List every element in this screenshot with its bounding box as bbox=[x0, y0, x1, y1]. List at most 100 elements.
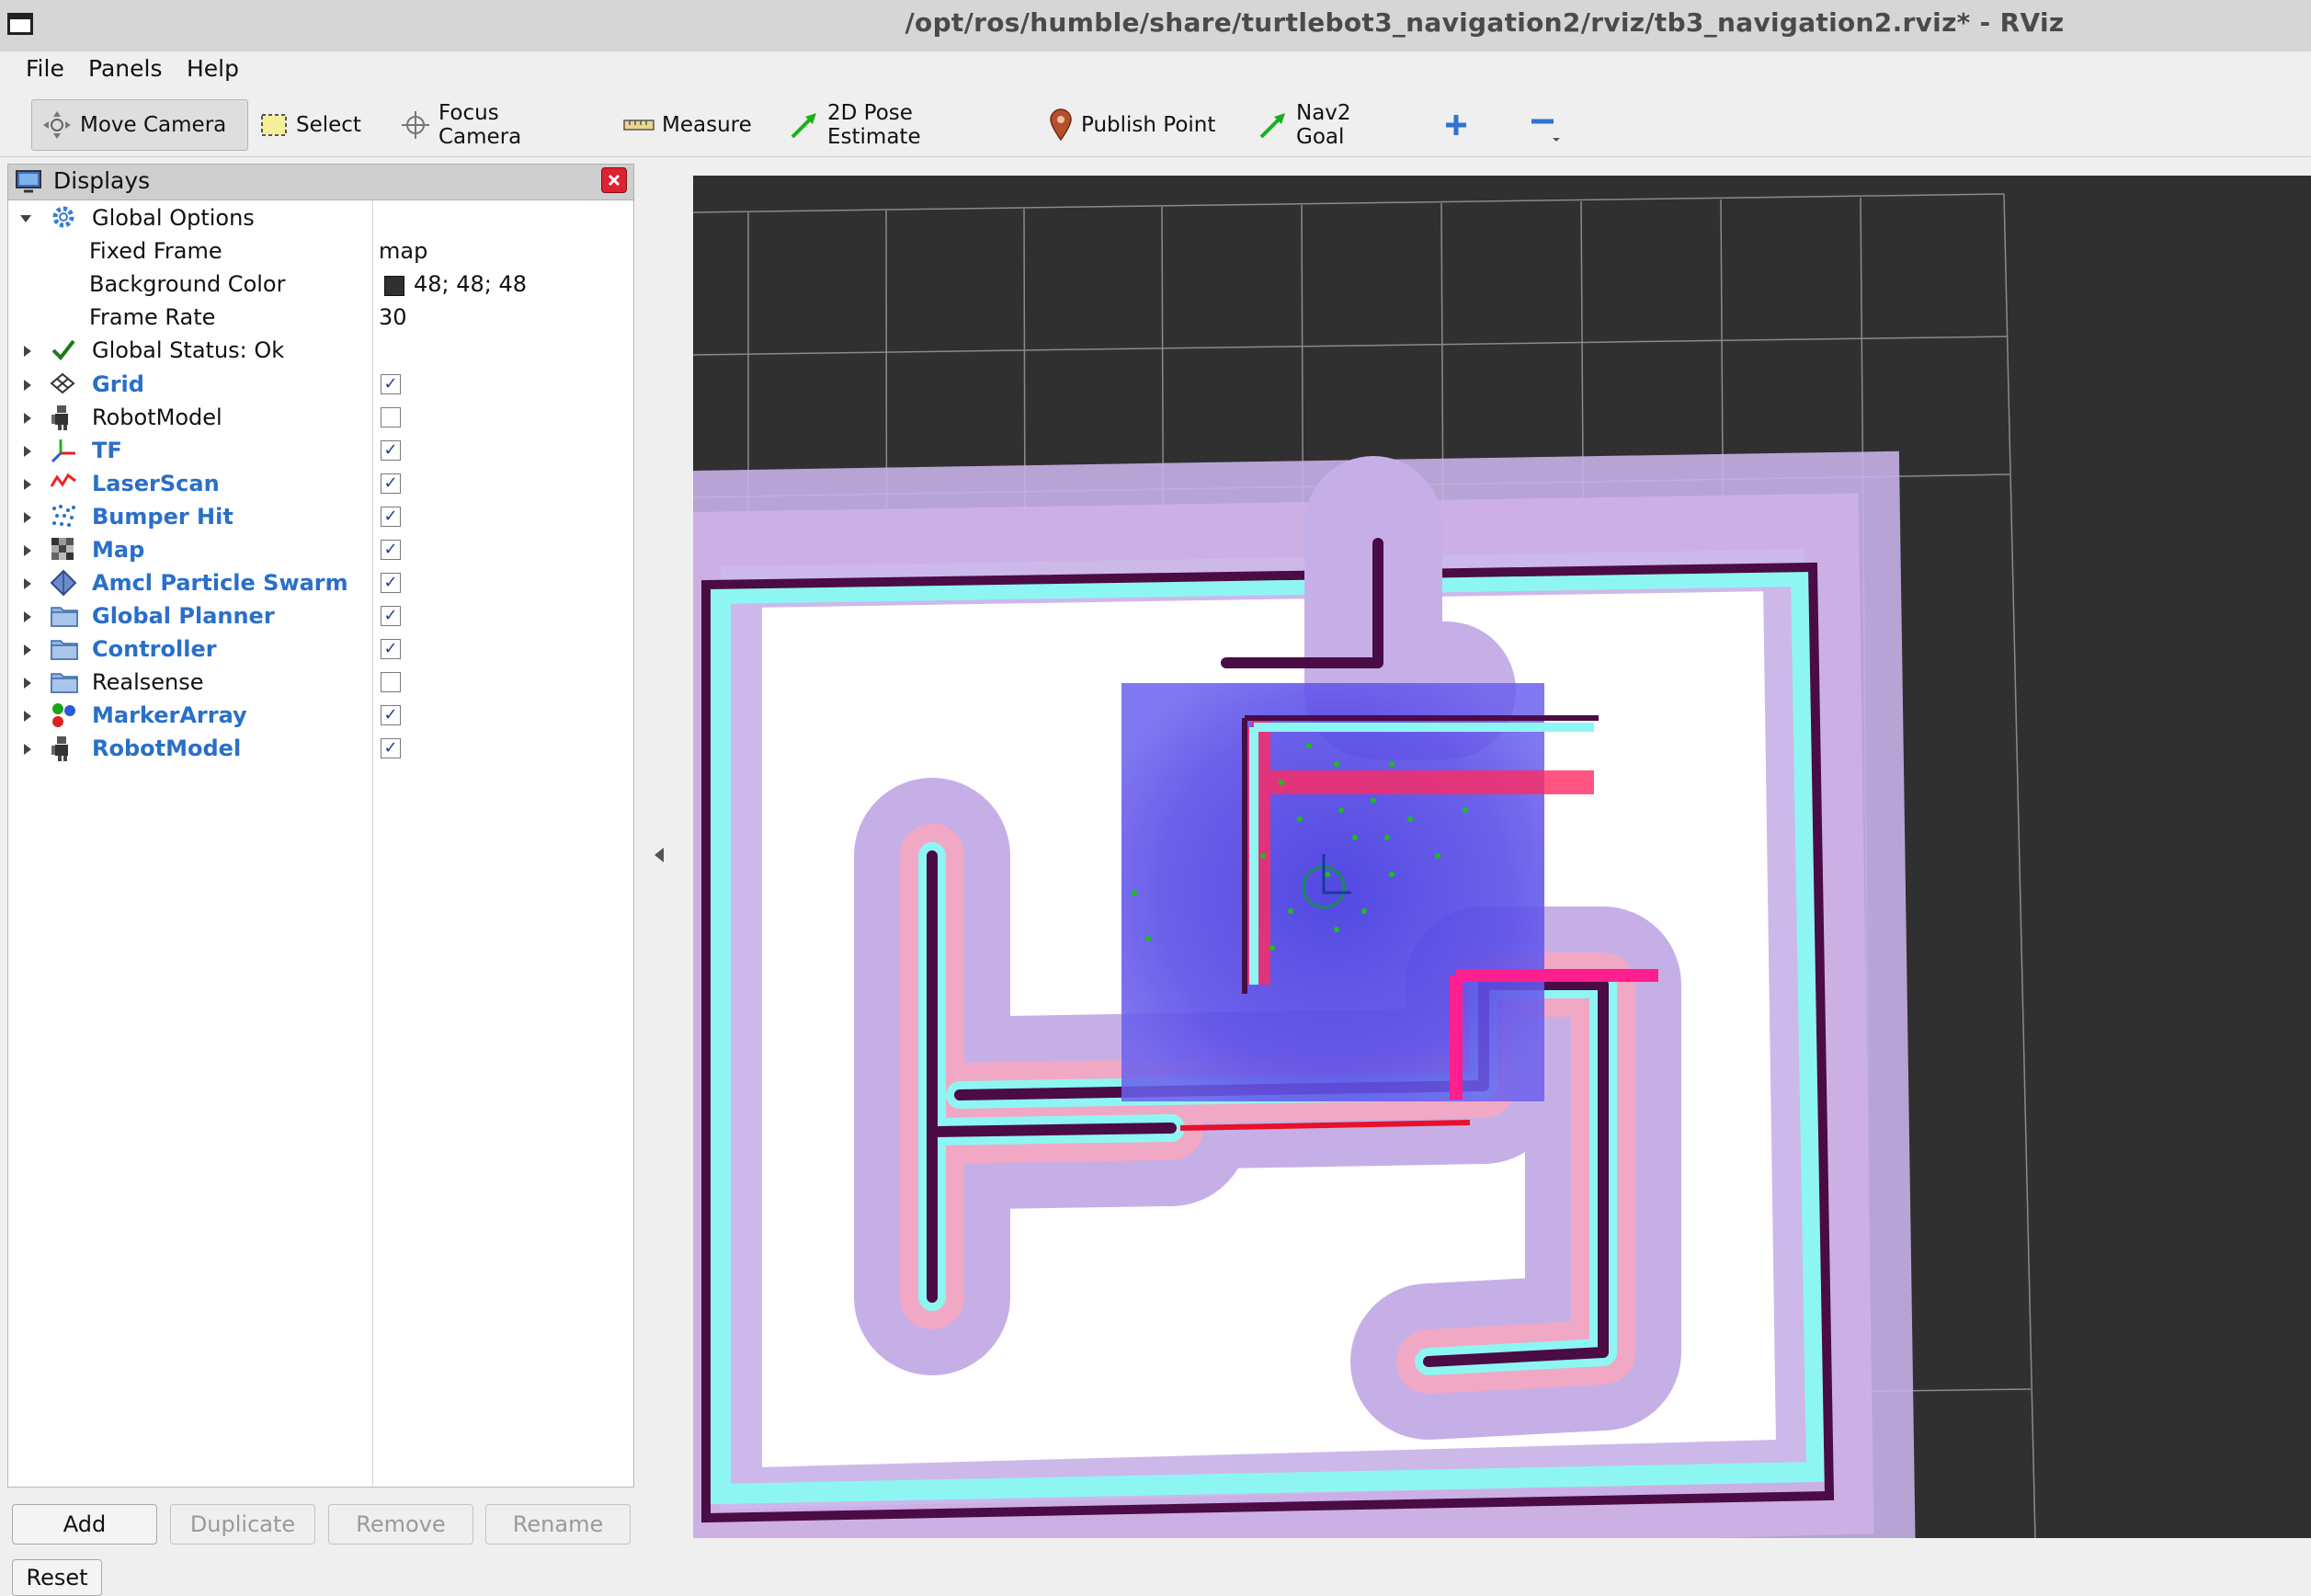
fixed-frame-value[interactable]: map bbox=[379, 238, 427, 264]
rename-button[interactable]: Rename bbox=[485, 1504, 631, 1545]
column-divider[interactable] bbox=[372, 200, 373, 1486]
display-item-label[interactable]: Grid bbox=[92, 371, 144, 397]
display-enable-checkbox[interactable]: ✓ bbox=[381, 639, 401, 659]
display-item-label[interactable]: Map bbox=[92, 537, 144, 563]
display-enable-checkbox[interactable] bbox=[381, 407, 401, 428]
folder-icon bbox=[50, 668, 79, 698]
publish-point-label: Publish Point bbox=[1081, 113, 1216, 137]
display-item-label[interactable]: MarkerArray bbox=[92, 702, 247, 728]
display-item-label[interactable]: Amcl Particle Swarm bbox=[92, 570, 348, 596]
global-options-label[interactable]: Global Options bbox=[92, 205, 255, 231]
map-pin-icon bbox=[1050, 108, 1072, 142]
select-box-icon bbox=[261, 114, 287, 136]
green-arrow-icon bbox=[791, 113, 816, 139]
measure-label: Measure bbox=[662, 113, 752, 137]
expand-arrow-icon[interactable] bbox=[24, 545, 31, 556]
display-item-label[interactable]: RobotModel bbox=[92, 405, 222, 430]
expand-arrow-icon[interactable] bbox=[24, 578, 31, 589]
expand-arrow-icon[interactable] bbox=[24, 611, 31, 622]
display-item-label[interactable]: Controller bbox=[92, 636, 217, 662]
collapse-arrow-icon[interactable] bbox=[20, 215, 31, 222]
menu-file[interactable]: File bbox=[26, 55, 64, 82]
display-enable-checkbox[interactable]: ✓ bbox=[381, 473, 401, 494]
display-enable-checkbox[interactable]: ✓ bbox=[381, 738, 401, 758]
green-arrow-icon bbox=[1259, 113, 1285, 139]
background-color-value[interactable]: 48; 48; 48 bbox=[414, 271, 527, 297]
ruler-icon bbox=[623, 120, 655, 131]
publish-point-button[interactable]: Publish Point bbox=[1039, 99, 1232, 151]
frame-rate-value[interactable]: 30 bbox=[379, 304, 407, 330]
display-enable-checkbox[interactable]: ✓ bbox=[381, 440, 401, 461]
map-icon bbox=[50, 536, 75, 565]
displays-panel-title: Displays bbox=[53, 167, 151, 194]
frame-rate-label: Frame Rate bbox=[89, 304, 216, 330]
monitor-icon bbox=[16, 170, 41, 193]
global-status-label[interactable]: Global Status: Ok bbox=[92, 337, 284, 363]
color-swatch[interactable] bbox=[384, 276, 404, 296]
grid-icon bbox=[50, 370, 75, 400]
menu-panels[interactable]: Panels bbox=[88, 55, 162, 82]
expand-arrow-icon[interactable] bbox=[24, 346, 31, 357]
display-enable-checkbox[interactable]: ✓ bbox=[381, 374, 401, 394]
robot-icon bbox=[50, 735, 75, 766]
display-item-label[interactable]: RobotModel bbox=[92, 735, 241, 761]
background-color-label: Background Color bbox=[89, 271, 286, 297]
focus-camera-button[interactable]: Focus Camera bbox=[391, 99, 593, 151]
expand-arrow-icon[interactable] bbox=[24, 678, 31, 689]
folder-icon bbox=[50, 635, 79, 665]
remove-button[interactable]: Remove bbox=[328, 1504, 473, 1545]
select-button[interactable]: Select bbox=[250, 99, 370, 151]
move-camera-button[interactable]: Move Camera bbox=[31, 99, 248, 151]
remove-tool-button[interactable] bbox=[1517, 99, 1572, 151]
display-enable-checkbox[interactable]: ✓ bbox=[381, 606, 401, 626]
inflation-lilac-top bbox=[1304, 456, 1516, 759]
folder-icon bbox=[50, 602, 79, 632]
duplicate-button[interactable]: Duplicate bbox=[170, 1504, 315, 1545]
select-label: Select bbox=[296, 113, 361, 137]
display-item-label[interactable]: Global Planner bbox=[92, 603, 275, 629]
measure-button[interactable]: Measure bbox=[614, 99, 761, 151]
laserscan-icon bbox=[50, 470, 77, 496]
expand-arrow-icon[interactable] bbox=[24, 446, 31, 457]
display-item-label[interactable]: TF bbox=[92, 438, 122, 463]
menu-help[interactable]: Help bbox=[187, 55, 239, 82]
expand-arrow-icon[interactable] bbox=[24, 644, 31, 656]
robot-icon bbox=[50, 404, 75, 435]
check-icon bbox=[51, 339, 75, 361]
render-viewport[interactable] bbox=[693, 176, 2311, 1538]
pose-estimate-label: 2D Pose Estimate bbox=[827, 101, 921, 149]
display-item-label[interactable]: Bumper Hit bbox=[92, 504, 233, 530]
reset-button[interactable]: Reset bbox=[12, 1559, 102, 1596]
pose-array-icon bbox=[50, 569, 77, 600]
plus-icon bbox=[1446, 115, 1466, 135]
focus-camera-label: Focus Camera bbox=[438, 101, 522, 149]
add-button[interactable]: Add bbox=[12, 1504, 157, 1545]
tf-axes-icon bbox=[50, 437, 77, 468]
pose-estimate-button[interactable]: 2D Pose Estimate bbox=[780, 99, 1009, 151]
display-item-label[interactable]: LaserScan bbox=[92, 471, 220, 496]
move-camera-label: Move Camera bbox=[80, 113, 227, 137]
map-scene bbox=[693, 193, 2036, 1538]
expand-arrow-icon[interactable] bbox=[24, 380, 31, 391]
nav2-goal-button[interactable]: Nav2 Goal bbox=[1248, 99, 1405, 151]
display-enable-checkbox[interactable]: ✓ bbox=[381, 573, 401, 593]
add-tool-button[interactable] bbox=[1434, 99, 1480, 151]
expand-arrow-icon[interactable] bbox=[24, 711, 31, 722]
display-enable-checkbox[interactable]: ✓ bbox=[381, 540, 401, 560]
display-enable-checkbox[interactable]: ✓ bbox=[381, 705, 401, 725]
collapse-panel-handle[interactable] bbox=[655, 848, 664, 862]
expand-arrow-icon[interactable] bbox=[24, 744, 31, 755]
minus-icon bbox=[1531, 119, 1560, 142]
window-title: /opt/ros/humble/share/turtlebot3_navigat… bbox=[905, 7, 2065, 38]
fixed-frame-label: Fixed Frame bbox=[89, 238, 222, 264]
expand-arrow-icon[interactable] bbox=[24, 512, 31, 523]
expand-arrow-icon[interactable] bbox=[24, 479, 31, 490]
display-item-label[interactable]: Realsense bbox=[92, 669, 204, 695]
menu-bar bbox=[0, 51, 2311, 86]
display-enable-checkbox[interactable]: ✓ bbox=[381, 507, 401, 527]
move-camera-icon bbox=[43, 111, 71, 139]
display-enable-checkbox[interactable] bbox=[381, 672, 401, 692]
expand-arrow-icon[interactable] bbox=[24, 413, 31, 424]
close-icon[interactable] bbox=[601, 167, 627, 193]
gear-icon bbox=[52, 206, 74, 228]
